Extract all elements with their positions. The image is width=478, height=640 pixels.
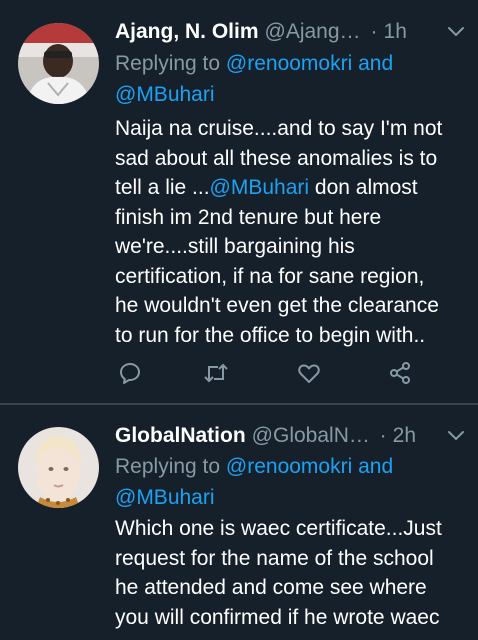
tweet-header: GlobalNation @GlobalNati... · 2h — [115, 421, 466, 451]
chevron-down-icon[interactable] — [446, 426, 466, 446]
chevron-down-icon[interactable] — [446, 22, 466, 42]
user-handle[interactable]: @GlobalNati... — [252, 424, 374, 448]
text-line: he attended and come see where — [115, 576, 427, 599]
display-name[interactable]: GlobalNation — [115, 424, 246, 448]
reply-mention-link[interactable]: @renoomokri and — [226, 52, 393, 75]
user-handle[interactable]: @Ajangvie... — [265, 20, 365, 44]
timestamp[interactable]: 1h — [384, 20, 407, 44]
like-icon[interactable] — [294, 358, 324, 388]
text-line: you will confirmed if he wrote waec — [115, 605, 440, 629]
tweet-header: Ajang, N. Olim @Ajangvie... · 1h — [115, 17, 466, 47]
text-line: we're....still bargaining his — [115, 235, 355, 258]
text-line: he wouldn't even get the clearance — [115, 294, 439, 317]
text-line: to run for the office to begin with.. — [115, 323, 426, 347]
mention-link[interactable]: @MBuhari — [210, 176, 310, 199]
replying-prefix: Replying to — [115, 52, 226, 75]
text-line: Naija na cruise....and to say I'm not — [115, 117, 443, 140]
reply-mention-link[interactable]: @MBuhari — [115, 486, 215, 509]
text-segment: tell a lie ... — [115, 176, 210, 199]
text-line: Which one is waec certificate...Just — [115, 517, 442, 540]
reply-icon[interactable] — [115, 358, 145, 388]
tweet[interactable]: GlobalNation @GlobalNati... · 2h Replyin… — [0, 405, 478, 640]
retweet-icon[interactable] — [201, 358, 231, 388]
tweet-text: Naija na cruise....and to say I'm not sa… — [115, 114, 464, 350]
replying-prefix: Replying to — [115, 455, 226, 478]
tweet[interactable]: Ajang, N. Olim @Ajangvie... · 1h Replyin… — [0, 0, 478, 404]
separator: · — [370, 20, 378, 43]
text-segment: don almost — [309, 176, 418, 199]
reply-mention-link[interactable]: @renoomokri and — [226, 455, 393, 478]
avatar[interactable] — [18, 427, 99, 508]
tweet-text: Which one is waec certificate...Just req… — [115, 514, 464, 632]
tweet-actions — [115, 358, 415, 388]
share-icon[interactable] — [385, 358, 415, 388]
separator: · — [379, 424, 387, 447]
text-line: tell a lie ...@MBuhari don almost — [115, 173, 464, 203]
reply-mention-link[interactable]: @MBuhari — [115, 83, 215, 106]
text-line: certification, if na for sane region, — [115, 264, 425, 288]
text-line: request for the name of the school — [115, 546, 434, 570]
display-name[interactable]: Ajang, N. Olim — [115, 20, 259, 44]
replying-to: Replying to @renoomokri and @MBuhari — [115, 48, 466, 110]
timestamp[interactable]: 2h — [393, 424, 416, 448]
text-line: sad about all these anomalies is to — [115, 146, 438, 170]
replying-to: Replying to @renoomokri and @MBuhari — [115, 451, 466, 513]
text-line: finish im 2nd tenure but here — [115, 205, 382, 229]
avatar[interactable] — [18, 23, 99, 104]
